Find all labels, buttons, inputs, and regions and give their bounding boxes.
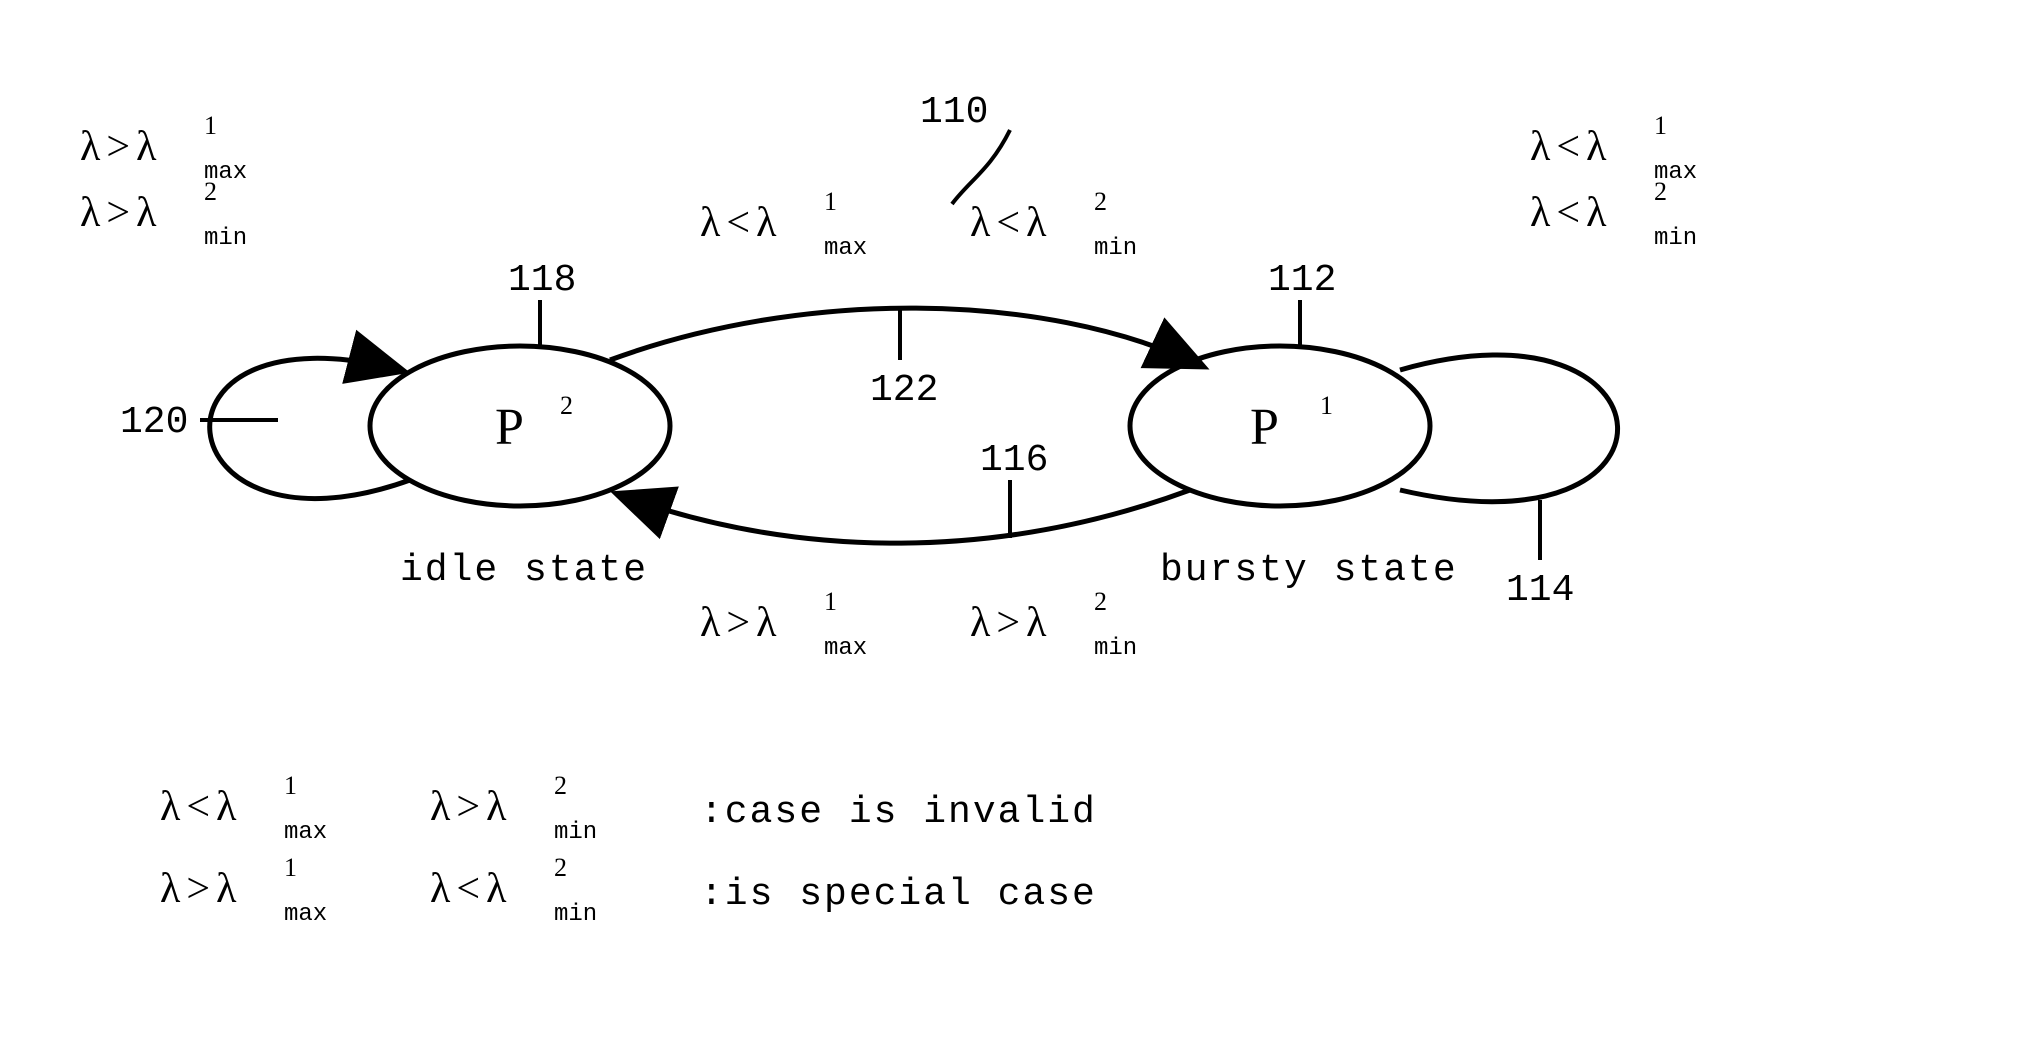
svg-text:1: 1	[284, 853, 297, 882]
cond-bottom: λ>λ 1 max λ>λ 2 min	[700, 587, 1137, 662]
cond-top: λ<λ 1 max λ<λ 2 min	[700, 187, 1137, 262]
state-p1-sup: 1	[1320, 391, 1333, 420]
svg-text:λ<λ: λ<λ	[160, 784, 237, 830]
svg-text:1: 1	[204, 111, 217, 140]
ref-110: 110	[920, 91, 988, 134]
svg-text:2: 2	[204, 177, 217, 206]
svg-text:1: 1	[1654, 111, 1667, 140]
svg-text:max: max	[824, 635, 867, 662]
state-p1-label: P	[1250, 399, 1279, 456]
svg-text:λ>λ: λ>λ	[430, 784, 507, 830]
svg-text:min: min	[554, 819, 597, 846]
svg-text:min: min	[1654, 225, 1697, 252]
ref-122: 122	[870, 369, 938, 412]
svg-text:min: min	[554, 901, 597, 928]
state-p1-subtitle: bursty state	[1160, 549, 1458, 592]
state-p2-sup: 2	[560, 391, 573, 420]
svg-text:min: min	[1094, 635, 1137, 662]
self-loop-right	[1400, 355, 1618, 502]
svg-text:2: 2	[554, 771, 567, 800]
svg-text:λ>λ: λ>λ	[160, 866, 237, 912]
svg-text:1: 1	[824, 187, 837, 216]
svg-text:λ<λ: λ<λ	[1530, 190, 1607, 236]
ref-112: 112	[1268, 259, 1336, 302]
cond-self-left: λ>λ 1 max λ>λ 2 min	[80, 111, 247, 252]
svg-text:λ<λ: λ<λ	[700, 200, 777, 246]
svg-text:max: max	[284, 819, 327, 846]
svg-text:λ<λ: λ<λ	[970, 200, 1047, 246]
svg-text:min: min	[1094, 235, 1137, 262]
ref-116: 116	[980, 439, 1048, 482]
legend-row1-desc: :case is invalid	[700, 791, 1097, 834]
svg-text:λ>λ: λ>λ	[970, 600, 1047, 646]
legend: λ<λ 1 max λ>λ 2 min :case is invalid λ>λ…	[160, 771, 1097, 928]
legend-row2-desc: :is special case	[700, 873, 1097, 916]
ref-120: 120	[120, 401, 188, 444]
svg-text:2: 2	[1094, 587, 1107, 616]
state-p2-subtitle: idle state	[400, 549, 648, 592]
svg-text:λ<λ: λ<λ	[1530, 124, 1607, 170]
ref-114: 114	[1506, 569, 1574, 612]
svg-text:1: 1	[824, 587, 837, 616]
svg-text:2: 2	[554, 853, 567, 882]
state-diagram: P 2 idle state P 1 bursty state 120 λ>λ …	[0, 0, 2026, 1040]
state-p2-label: P	[495, 399, 524, 456]
svg-text:1: 1	[284, 771, 297, 800]
svg-text:max: max	[824, 235, 867, 262]
ref-118: 118	[508, 259, 576, 302]
svg-text:2: 2	[1654, 177, 1667, 206]
transition-top	[610, 308, 1200, 365]
svg-text:λ>λ: λ>λ	[700, 600, 777, 646]
svg-text:max: max	[284, 901, 327, 928]
ref-110-leader	[952, 130, 1010, 204]
state-p1	[1130, 346, 1430, 506]
svg-text:min: min	[204, 225, 247, 252]
cond-self-right: λ<λ 1 max λ<λ 2 min	[1530, 111, 1697, 252]
svg-text:2: 2	[1094, 187, 1107, 216]
transition-bottom	[620, 490, 1190, 543]
svg-text:λ>λ: λ>λ	[80, 124, 157, 170]
self-loop-left	[210, 358, 410, 498]
svg-text:λ>λ: λ>λ	[80, 190, 157, 236]
svg-text:λ<λ: λ<λ	[430, 866, 507, 912]
